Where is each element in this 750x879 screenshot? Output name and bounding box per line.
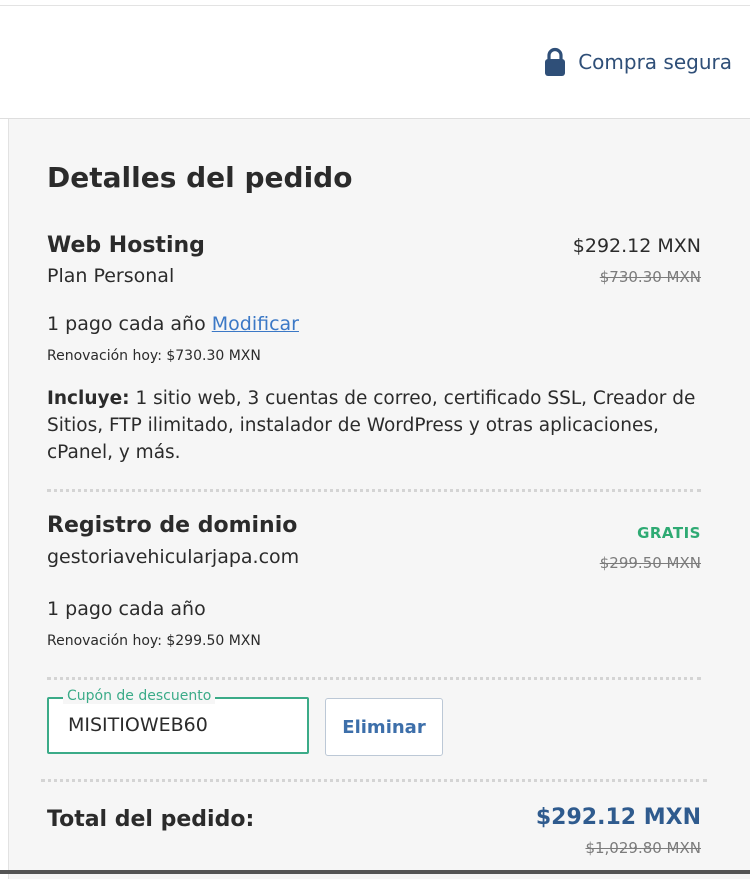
- hosting-original-price: $730.30 MXN: [599, 268, 701, 286]
- hosting-payment-text: 1 pago cada año: [47, 313, 206, 335]
- remove-coupon-button[interactable]: Eliminar: [325, 698, 443, 756]
- includes-text: 1 sitio web, 3 cuentas de correo, certif…: [47, 388, 696, 463]
- coupon-field[interactable]: Cupón de descuento MISITIOWEB60: [47, 688, 309, 754]
- page-header: Compra segura: [0, 6, 750, 119]
- includes-label: Incluye:: [47, 388, 130, 409]
- domain-name: gestoriavehicularjapa.com: [47, 546, 300, 568]
- order-total-original-price: $1,029.80 MXN: [585, 839, 701, 857]
- hosting-name: Web Hosting: [47, 233, 205, 258]
- domain-registration-name: Registro de dominio: [47, 513, 298, 538]
- secure-purchase-badge: Compra segura: [544, 47, 732, 77]
- hosting-renewal: Renovación hoy: $730.30 MXN: [47, 348, 261, 364]
- hosting-price: $292.12 MXN: [572, 235, 701, 257]
- order-title: Detalles del pedido: [47, 161, 353, 194]
- hosting-payment-frequency: 1 pago cada año Modificar: [47, 313, 299, 335]
- domain-original-price: $299.50 MXN: [599, 554, 701, 572]
- domain-price-free: GRATIS: [637, 524, 701, 542]
- coupon-label: Cupón de descuento: [63, 688, 216, 704]
- lock-icon: [545, 47, 566, 76]
- section-divider: [47, 677, 701, 680]
- hosting-includes: Incluye: 1 sitio web, 3 cuentas de corre…: [47, 385, 707, 466]
- order-details-panel: Detalles del pedido Web Hosting $292.12 …: [8, 119, 750, 879]
- secure-purchase-label: Compra segura: [578, 50, 732, 74]
- coupon-value[interactable]: MISITIOWEB60: [68, 714, 208, 736]
- order-total-label: Total del pedido:: [47, 807, 255, 832]
- section-divider: [47, 489, 701, 492]
- domain-renewal: Renovación hoy: $299.50 MXN: [47, 633, 261, 649]
- domain-payment-frequency: 1 pago cada año: [47, 598, 206, 620]
- hosting-plan: Plan Personal: [47, 265, 175, 287]
- section-divider: [41, 779, 707, 782]
- modify-plan-link[interactable]: Modificar: [212, 313, 299, 335]
- order-total-price: $292.12 MXN: [535, 805, 701, 830]
- bottom-border: [0, 870, 750, 874]
